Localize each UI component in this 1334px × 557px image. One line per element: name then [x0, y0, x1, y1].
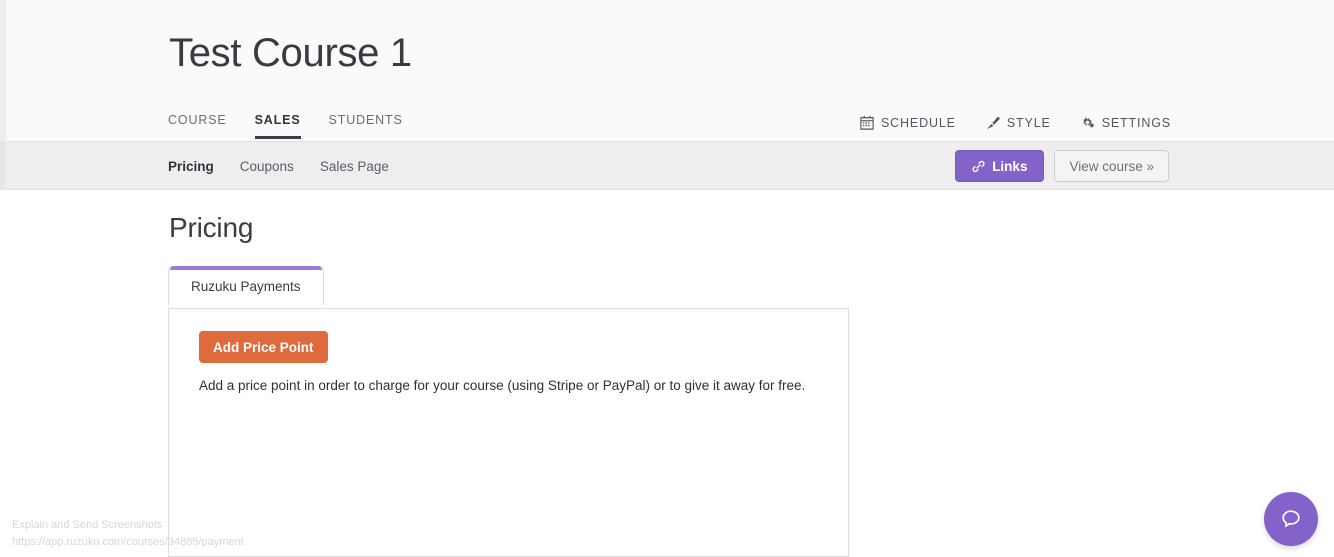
subnav-item-coupons[interactable]: Coupons [240, 159, 294, 174]
chain-link-icon [972, 160, 985, 173]
pricing-panel: Add Price Point Add a price point in ord… [168, 308, 849, 557]
links-button-label: Links [992, 158, 1028, 174]
links-button[interactable]: Links [955, 150, 1045, 182]
chat-support-button[interactable] [1264, 492, 1318, 546]
page-header: Test Course 1 COURSE SALES STUDENTS SCHE… [0, 0, 1334, 141]
secondary-nav-bar: Pricing Coupons Sales Page Links View co… [0, 141, 1334, 190]
main-tab-bar: COURSE SALES STUDENTS [168, 113, 431, 139]
tab-ruzuku-payments[interactable]: Ruzuku Payments [168, 266, 324, 306]
calendar-icon [860, 116, 874, 130]
subnav-item-sales-page[interactable]: Sales Page [320, 159, 389, 174]
tab-sales[interactable]: SALES [254, 113, 301, 139]
secondary-nav-buttons: Links View course » [955, 150, 1169, 182]
header-action-schedule[interactable]: SCHEDULE [860, 116, 956, 130]
add-price-point-button[interactable]: Add Price Point [199, 331, 328, 363]
panel-tab-strip: Ruzuku Payments [168, 266, 324, 306]
main-content: Pricing Ruzuku Payments Add Price Point … [0, 190, 1334, 557]
page-title: Test Course 1 [169, 31, 412, 75]
view-course-button[interactable]: View course » [1054, 150, 1169, 182]
header-action-schedule-label: SCHEDULE [880, 116, 956, 130]
header-action-style-label: STYLE [1006, 116, 1051, 130]
paintbrush-icon [986, 116, 1000, 130]
tab-course[interactable]: COURSE [168, 113, 227, 139]
gears-icon [1081, 116, 1095, 130]
subnav-item-pricing[interactable]: Pricing [168, 159, 214, 174]
header-action-settings-label: SETTINGS [1101, 116, 1171, 130]
header-action-settings[interactable]: SETTINGS [1081, 116, 1171, 130]
left-edge-strip-subnav [0, 141, 6, 190]
section-title: Pricing [169, 212, 254, 243]
tab-students[interactable]: STUDENTS [329, 113, 403, 139]
header-action-bar: SCHEDULE STYLE SETTINGS [860, 116, 1171, 130]
pricing-description: Add a price point in order to charge for… [199, 378, 806, 393]
secondary-nav-links: Pricing Coupons Sales Page [168, 159, 389, 174]
header-action-style[interactable]: STYLE [986, 116, 1051, 130]
chat-bubble-icon [1278, 506, 1304, 532]
